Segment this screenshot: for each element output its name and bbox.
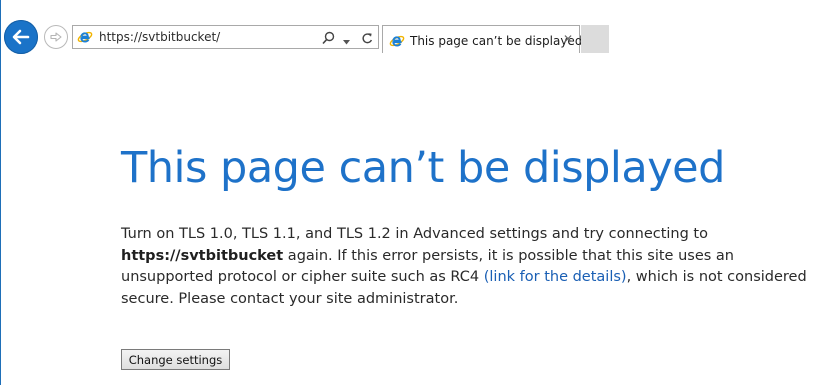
page-title: This page can’t be displayed [121, 143, 725, 193]
back-arrow-icon [12, 29, 30, 45]
new-tab-button[interactable] [581, 25, 609, 53]
site-address: https://svtbitbucket [121, 247, 284, 264]
forward-arrow-icon [50, 32, 62, 42]
window-edge [0, 0, 1, 385]
address-tools [322, 29, 373, 45]
error-text-part-1: Turn on TLS 1.0, TLS 1.1, and TLS 1.2 in… [121, 226, 708, 242]
internet-explorer-icon [77, 31, 93, 43]
chevron-down-icon[interactable] [342, 30, 350, 49]
refresh-icon[interactable] [361, 30, 373, 49]
active-tab[interactable]: This page can’t be displayed ✕ [382, 25, 583, 53]
change-settings-button[interactable]: Change settings [121, 349, 230, 370]
error-message: Turn on TLS 1.0, TLS 1.1, and TLS 1.2 in… [121, 224, 811, 310]
search-icon[interactable] [322, 30, 335, 49]
close-icon[interactable]: ✕ [563, 32, 573, 46]
address-bar[interactable]: https://svtbitbucket/ [72, 25, 379, 49]
forward-button[interactable] [44, 25, 68, 49]
details-link[interactable]: (link for the details) [484, 269, 627, 285]
browser-toolbar: https://svtbitbucket/ This page can’t be… [0, 0, 818, 55]
internet-explorer-icon [389, 35, 405, 47]
url-text[interactable]: https://svtbitbucket/ [99, 30, 220, 44]
tab-title: This page can’t be displayed [410, 34, 583, 48]
back-button[interactable] [4, 20, 38, 54]
